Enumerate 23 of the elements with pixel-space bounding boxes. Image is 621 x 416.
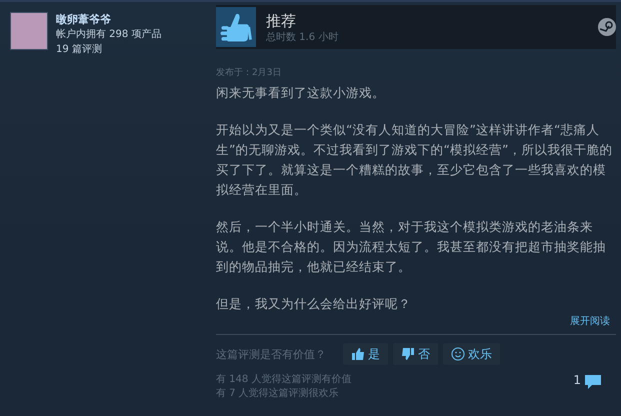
author-name[interactable]: 暾卵葦爷爷 xyxy=(56,12,162,27)
helpful-question: 这篇评测是否有价值？ xyxy=(216,346,326,362)
helpful-count: 有 148 人觉得这篇评测有价值 xyxy=(216,373,352,387)
comment-icon[interactable] xyxy=(584,373,602,391)
avatar-placeholder[interactable] xyxy=(10,12,48,50)
funny-count: 有 7 人觉得这篇评测很欢乐 xyxy=(216,387,340,401)
product-count[interactable]: 帐户内拥有 298 项产品 xyxy=(56,27,162,42)
thumbs-down-icon xyxy=(401,347,415,361)
no-button[interactable]: 否 xyxy=(393,343,438,365)
review-count[interactable]: 19 篇评测 xyxy=(56,42,162,57)
verdict-title: 推荐 xyxy=(266,10,297,30)
expand-link[interactable]: 展开阅读 xyxy=(570,315,610,329)
yes-button[interactable]: 是 xyxy=(343,343,388,365)
smiley-icon xyxy=(451,347,465,361)
playtime: 总时数 1.6 小时 xyxy=(266,30,340,44)
thumbs-up-icon xyxy=(351,347,365,361)
comment-count[interactable]: 1 xyxy=(573,373,581,387)
posted-date: 发布于：2月3日 xyxy=(216,67,282,79)
review-paragraph: 然后，一个半小时通关。当然，对于我这个模拟类游戏的老油条来说。他是不合格的。因为流程太短了。我甚至都没有把超市抽奖能抽到的物品抽完，他就已经结束了。 xyxy=(216,218,607,276)
review-paragraph: 闲来无事看到了这款小游戏。 xyxy=(216,84,386,102)
review-paragraph: 但是，我又为什么会给出好评呢？ xyxy=(216,295,412,313)
funny-button[interactable]: 欢乐 xyxy=(443,343,500,365)
review-paragraph: 开始以为又是一个类似“没有人知道的大冒险”这样讲讲作者“悲痛人生”的无聊游戏。不过我看到了游戏下的“模拟经营”，所以我很干脆的买了下了。就算这是一个糟糕的故事，至少它包含了一些我喜欢的模拟经营在里面。 xyxy=(216,121,614,199)
